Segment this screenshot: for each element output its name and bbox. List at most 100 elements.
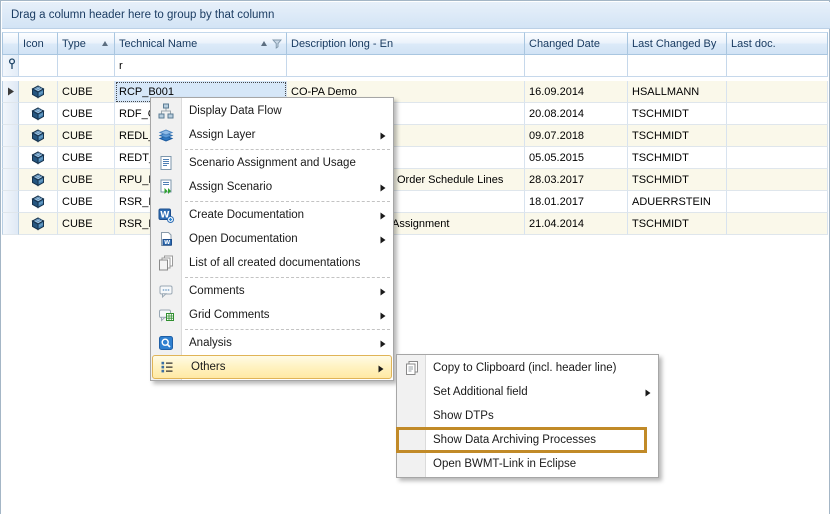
cell-last-changed-by[interactable]: ADUERRSTEIN <box>628 191 727 213</box>
table-row: CUBERSR_Bt18.01.2017ADUERRSTEIN <box>2 191 828 213</box>
cube-icon[interactable] <box>19 147 58 169</box>
row-indicator-cell[interactable] <box>2 191 19 213</box>
menu-item-label: Assign Scenario <box>189 181 272 193</box>
cell-last-doc[interactable] <box>727 213 828 235</box>
row-indicator-cell[interactable] <box>2 103 19 125</box>
cell-last-changed-by[interactable]: TSCHMIDT <box>628 213 727 235</box>
row-indicator-cell[interactable] <box>2 147 19 169</box>
menu-item-set-additional-field[interactable]: Set Additional field <box>397 380 658 404</box>
cell-last-changed-by[interactable]: TSCHMIDT <box>628 103 727 125</box>
cell-text: 21.04.2014 <box>529 218 584 230</box>
grid-comment-icon <box>158 307 174 323</box>
cell-type[interactable]: CUBE <box>58 81 115 103</box>
cell-text: 09.07.2018 <box>529 130 584 142</box>
column-header-last_changed_by[interactable]: Last Changed By <box>628 32 727 55</box>
filter-row-pin-icon <box>7 58 17 73</box>
copy-icon <box>404 360 420 376</box>
menu-item-grid-comments[interactable]: Grid Comments <box>151 303 393 327</box>
column-header-icon[interactable]: Icon <box>19 32 58 55</box>
row-indicator-cell[interactable] <box>2 125 19 147</box>
cell-changed-date[interactable]: 18.01.2017 <box>525 191 628 213</box>
menu-item-create-documentation[interactable]: WCreate Documentation <box>151 203 393 227</box>
menu-item-open-bwmt-link-in-eclipse[interactable]: Open BWMT-Link in Eclipse <box>397 452 658 476</box>
filter-cell-icon[interactable] <box>19 55 58 77</box>
cube-icon[interactable] <box>19 191 58 213</box>
row-focus-arrow-icon[interactable] <box>2 81 19 103</box>
filter-cell-technical_name[interactable]: r <box>115 55 287 77</box>
menu-item-label: List of all created documentations <box>189 257 360 269</box>
cell-text: TSCHMIDT <box>632 174 689 186</box>
cube-icon[interactable] <box>19 213 58 235</box>
grid-body: CUBERCP_B001CO-PA Demo16.09.2014HSALLMAN… <box>2 81 828 235</box>
menu-item-assign-layer[interactable]: Assign Layer <box>151 123 393 147</box>
annotation-highlight-box <box>396 427 647 453</box>
cell-text: HSALLMANN <box>632 86 699 98</box>
cell-type[interactable]: CUBE <box>58 103 115 125</box>
cell-text: CUBE <box>62 218 93 230</box>
cell-text: 16.09.2014 <box>529 86 584 98</box>
svg-text:W: W <box>164 240 170 246</box>
cell-type[interactable]: CUBE <box>58 169 115 191</box>
menu-item-comments[interactable]: Comments <box>151 279 393 303</box>
context-menu: Display Data Flow Assign Layer Scenario As… <box>150 97 394 381</box>
cell-changed-date[interactable]: 05.05.2015 <box>525 147 628 169</box>
cell-changed-date[interactable]: 09.07.2018 <box>525 125 628 147</box>
menu-item-scenario-assignment-and-usage[interactable]: Scenario Assignment and Usage <box>151 151 393 175</box>
column-header-type[interactable]: Type <box>58 32 115 55</box>
cube-icon[interactable] <box>19 81 58 103</box>
sort-ascending-icon <box>261 41 267 46</box>
menu-item-copy-to-clipboard-incl-header-line[interactable]: Copy to Clipboard (incl. header line) <box>397 356 658 380</box>
filter-cell-changed_date[interactable] <box>525 55 628 77</box>
submenu-arrow-icon <box>380 311 386 323</box>
cell-changed-date[interactable]: 21.04.2014 <box>525 213 628 235</box>
cell-type[interactable]: CUBE <box>58 213 115 235</box>
cell-last-changed-by[interactable]: TSCHMIDT <box>628 169 727 191</box>
cell-last-changed-by[interactable]: HSALLMANN <box>628 81 727 103</box>
group-by-hint-text: Drag a column header here to group by th… <box>11 9 274 21</box>
filter-cell-last_doc[interactable] <box>727 55 828 77</box>
cell-text: CUBE <box>62 130 93 142</box>
menu-item-display-data-flow[interactable]: Display Data Flow <box>151 99 393 123</box>
cell-last-changed-by[interactable]: TSCHMIDT <box>628 125 727 147</box>
cube-icon[interactable] <box>19 169 58 191</box>
cell-type[interactable]: CUBE <box>58 191 115 213</box>
cell-type[interactable]: CUBE <box>58 147 115 169</box>
column-header-changed_date[interactable]: Changed Date <box>525 32 628 55</box>
cell-last-doc[interactable] <box>727 169 828 191</box>
cell-last-doc[interactable] <box>727 103 828 125</box>
cell-last-doc[interactable] <box>727 81 828 103</box>
application-window: Drag a column header here to group by th… <box>0 0 830 514</box>
comment-icon <box>158 283 174 299</box>
column-header-technical_name[interactable]: Technical Name <box>115 32 287 55</box>
filter-cell-last_changed_by[interactable] <box>628 55 727 77</box>
group-by-panel[interactable]: Drag a column header here to group by th… <box>2 2 830 29</box>
menu-item-assign-scenario[interactable]: Assign Scenario <box>151 175 393 199</box>
menu-item-others[interactable]: Others <box>152 355 392 379</box>
filter-funnel-icon[interactable] <box>272 39 282 49</box>
cell-text: Order Schedule Lines <box>397 174 503 186</box>
menu-item-label: Assign Layer <box>189 129 255 141</box>
submenu-arrow-icon <box>380 339 386 351</box>
filter-cell-type[interactable] <box>58 55 115 77</box>
cell-last-changed-by[interactable]: TSCHMIDT <box>628 147 727 169</box>
row-indicator-cell[interactable] <box>2 169 19 191</box>
menu-item-analysis[interactable]: Analysis <box>151 331 393 355</box>
cube-icon[interactable] <box>19 125 58 147</box>
menu-item-list-of-all-created-documentations[interactable]: List of all created documentations <box>151 251 393 275</box>
submenu-arrow-icon <box>378 364 384 376</box>
filter-cell-description[interactable] <box>287 55 525 77</box>
cell-last-doc[interactable] <box>727 191 828 213</box>
cell-changed-date[interactable]: 28.03.2017 <box>525 169 628 191</box>
row-indicator-cell[interactable] <box>2 213 19 235</box>
menu-item-open-documentation[interactable]: WOpen Documentation <box>151 227 393 251</box>
cell-changed-date[interactable]: 20.08.2014 <box>525 103 628 125</box>
cell-type[interactable]: CUBE <box>58 125 115 147</box>
column-header-description[interactable]: Description long - En <box>287 32 525 55</box>
filter-cell-indicator <box>2 55 19 77</box>
cell-last-doc[interactable] <box>727 147 828 169</box>
menu-item-show-dtps[interactable]: Show DTPs <box>397 404 658 428</box>
column-header-last_doc[interactable]: Last doc. <box>727 32 828 55</box>
cell-last-doc[interactable] <box>727 125 828 147</box>
cell-changed-date[interactable]: 16.09.2014 <box>525 81 628 103</box>
cube-icon[interactable] <box>19 103 58 125</box>
